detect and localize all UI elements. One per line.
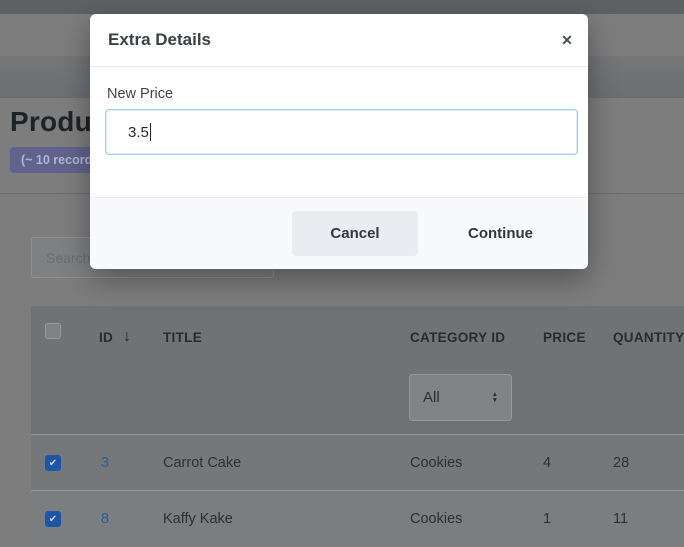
- app-screen: Products (~ 10 records) ID ↓ TITLE CATEG…: [0, 0, 684, 547]
- modal-footer: Cancel Continue: [90, 197, 588, 269]
- extra-details-modal: Extra Details ✕ New Price 3.5 Cancel Con…: [90, 14, 588, 269]
- cancel-button[interactable]: Cancel: [292, 211, 418, 256]
- new-price-value: 3.5: [128, 124, 149, 141]
- new-price-label: New Price: [107, 86, 173, 102]
- close-icon[interactable]: ✕: [552, 25, 582, 55]
- modal-header: Extra Details ✕: [90, 14, 588, 67]
- modal-body: New Price 3.5: [90, 67, 588, 197]
- continue-button[interactable]: Continue: [448, 211, 553, 256]
- modal-title: Extra Details: [108, 30, 211, 50]
- new-price-input[interactable]: 3.5: [105, 109, 578, 155]
- text-caret: [150, 123, 152, 141]
